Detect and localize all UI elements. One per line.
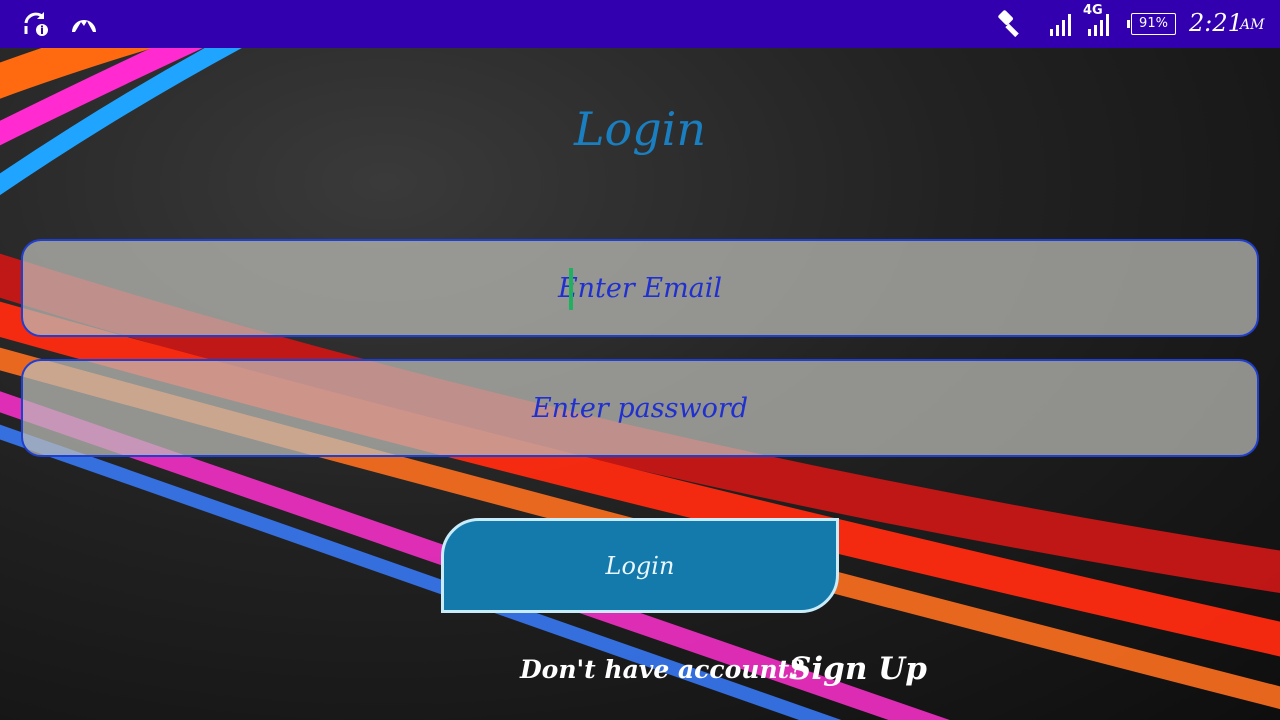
password-input[interactable] (23, 361, 1257, 455)
email-field-container[interactable] (21, 239, 1259, 337)
sign-up-link[interactable]: Sign Up (789, 651, 927, 687)
signal-icon (1050, 14, 1074, 40)
text-cursor (569, 268, 573, 310)
signal-4g-icon (1088, 14, 1112, 40)
no-account-text: Don't have account? (520, 655, 804, 684)
email-input[interactable] (23, 241, 1257, 335)
vpn-mountain-icon (70, 10, 98, 38)
battery-indicator: 91% (1127, 13, 1176, 35)
status-bar: 4G 91% 2:21 AM (0, 0, 1280, 48)
clock-ampm: AM (1240, 17, 1265, 33)
password-field-container[interactable] (21, 359, 1259, 457)
login-button[interactable]: Login (441, 518, 839, 613)
flashlight-icon (996, 10, 1024, 42)
clock-time: 2:21 (1189, 9, 1243, 37)
sync-info-icon (22, 10, 50, 42)
page-title: Login (573, 102, 707, 156)
